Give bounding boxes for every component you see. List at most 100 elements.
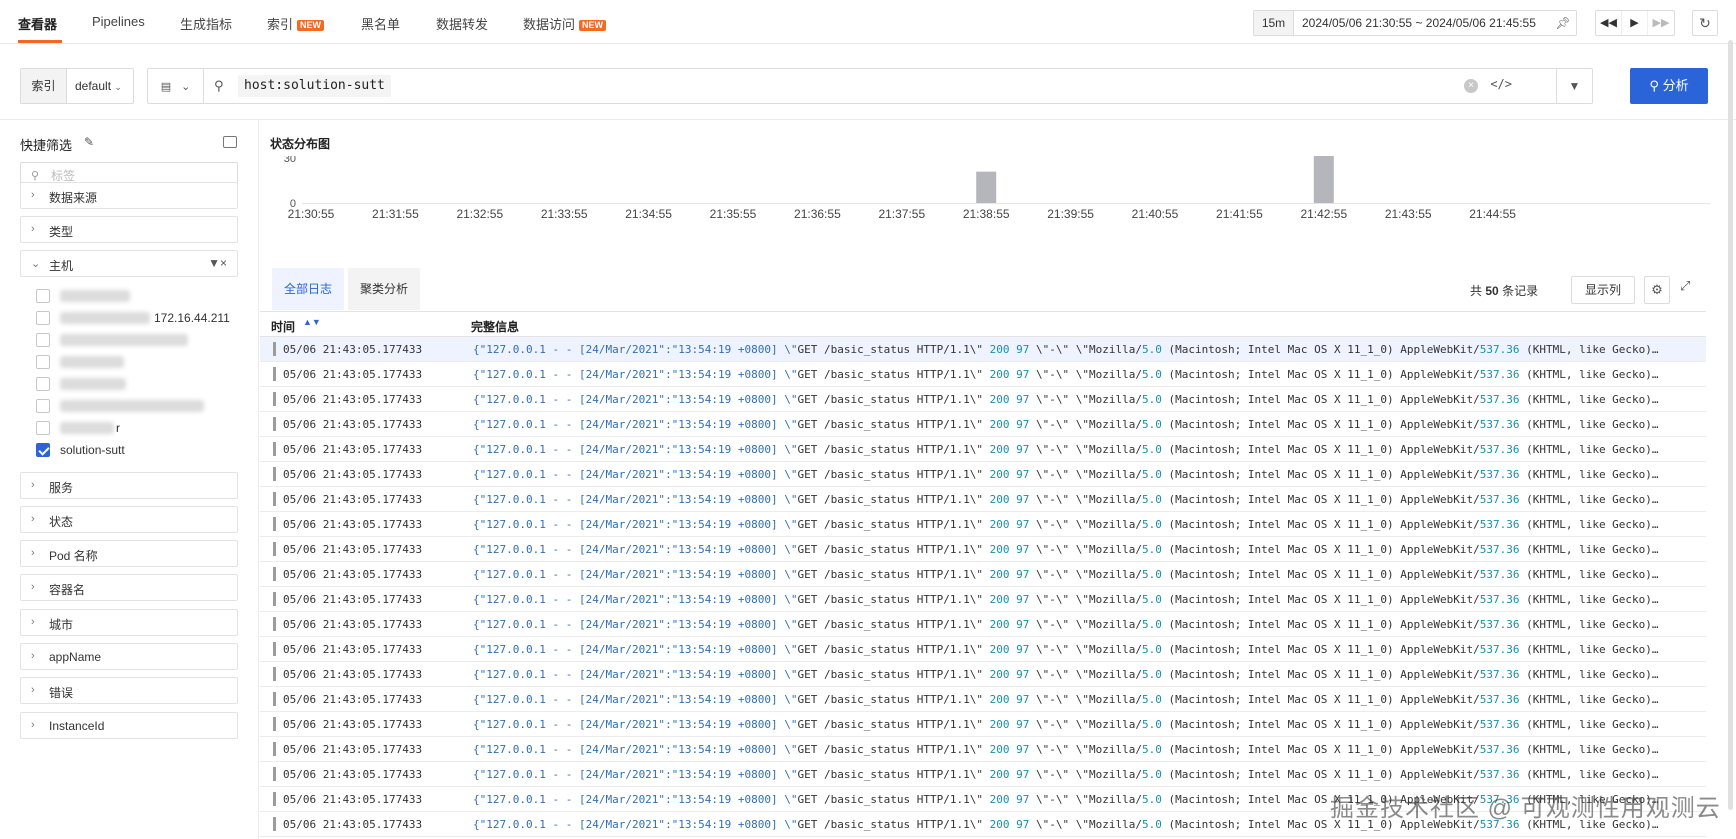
tab-all-logs[interactable]: 全部日志 xyxy=(272,268,345,310)
row-message: {"127.0.0.1 - - [24/Mar/2021":"13:54:19 … xyxy=(473,343,1659,356)
redacted-host xyxy=(60,312,150,324)
chevron-right-icon: › xyxy=(31,581,35,593)
facet-label: Pod 名称 xyxy=(49,549,98,563)
row-message: {"127.0.0.1 - - [24/Mar/2021":"13:54:19 … xyxy=(473,768,1659,781)
chevron-right-icon: › xyxy=(31,189,35,201)
facet-service[interactable]: › 服务 xyxy=(20,472,238,499)
collapse-sidebar-icon[interactable] xyxy=(223,136,237,148)
facet-status[interactable]: › 状态 xyxy=(20,506,238,533)
refresh-icon[interactable]: ↻ xyxy=(1692,10,1718,36)
table-row[interactable]: 05/06 21:43:05.177433 {"127.0.0.1 - - [24… xyxy=(260,537,1706,562)
fullscreen-icon[interactable]: ⤢ xyxy=(1680,278,1690,294)
tab-generate-metrics[interactable]: 生成指标 xyxy=(180,14,232,33)
checkbox-checked[interactable] xyxy=(36,443,50,457)
rewind-icon[interactable]: ◀◀ xyxy=(1596,11,1622,35)
checkbox[interactable] xyxy=(36,333,50,347)
tab-index[interactable]: 索引 NEW xyxy=(267,14,325,33)
tab-cluster-analysis[interactable]: 聚类分析 xyxy=(348,268,421,310)
table-row[interactable]: 05/06 21:43:05.177433 {"127.0.0.1 - - [24… xyxy=(260,387,1706,412)
facet-instanceid[interactable]: › InstanceId xyxy=(20,712,238,739)
host-option-label: solution-sutt xyxy=(60,443,125,457)
table-row[interactable]: 05/06 21:43:05.177433 {"127.0.0.1 - - [24… xyxy=(260,512,1706,537)
tab-blacklist[interactable]: 黑名单 xyxy=(361,14,400,33)
table-row[interactable]: 05/06 21:43:05.177433 {"127.0.0.1 - - [24… xyxy=(260,462,1706,487)
time-range-picker[interactable]: 15m 2024/05/06 21:30:55 ~ 2024/05/06 21:… xyxy=(1253,10,1577,36)
analyze-button[interactable]: ⚲ 分析 xyxy=(1630,68,1708,104)
page-scrollbar[interactable] xyxy=(1728,40,1733,810)
facet-appname[interactable]: › appName xyxy=(20,643,238,670)
table-row[interactable]: 05/06 21:43:05.177433 {"127.0.0.1 - - [24… xyxy=(260,362,1706,387)
tab-pipelines[interactable]: Pipelines xyxy=(92,14,145,29)
query-input[interactable]: ▤ ⌄ ⚲ host:solution-sutt × </> ▼ xyxy=(147,68,1593,104)
table-row[interactable]: 05/06 21:43:05.177433 {"127.0.0.1 - - [24… xyxy=(260,587,1706,612)
table-row[interactable]: 05/06 21:43:05.177433 {"127.0.0.1 - - [24… xyxy=(260,562,1706,587)
checkbox[interactable] xyxy=(36,311,50,325)
row-message: {"127.0.0.1 - - [24/Mar/2021":"13:54:19 … xyxy=(473,443,1659,456)
checkbox[interactable] xyxy=(36,399,50,413)
row-time: 05/06 21:43:05.177433 xyxy=(283,668,423,681)
query-chip[interactable]: host:solution-sutt xyxy=(238,75,391,97)
time-range-text[interactable]: 2024/05/06 21:30:55 ~ 2024/05/06 21:45:5… xyxy=(1294,16,1550,30)
status-bar-icon xyxy=(273,592,276,606)
row-time: 05/06 21:43:05.177433 xyxy=(283,718,423,731)
index-selector[interactable]: 索引 default ⌄ xyxy=(20,68,134,104)
checkbox[interactable] xyxy=(36,377,50,391)
tab-data-access[interactable]: 数据访问 NEW xyxy=(523,14,607,33)
checkbox[interactable] xyxy=(36,289,50,303)
y-tick-label: 30 xyxy=(284,156,296,165)
tab-data-forwarding[interactable]: 数据转发 xyxy=(436,14,488,33)
clear-filter-icon[interactable]: ▼× xyxy=(208,256,227,270)
tab-index-label: 索引 xyxy=(267,17,294,32)
host-option-label: 172.16.44.211 xyxy=(154,311,230,325)
row-time: 05/06 21:43:05.177433 xyxy=(283,818,423,831)
tab-viewer[interactable]: 查看器 xyxy=(18,14,57,33)
table-row[interactable]: 05/06 21:43:05.177433 {"127.0.0.1 - - [24… xyxy=(260,637,1706,662)
table-row[interactable]: 05/06 21:43:05.177433 {"127.0.0.1 - - [24… xyxy=(260,712,1706,737)
sort-icon[interactable]: ▲▼ xyxy=(303,317,321,327)
row-message: {"127.0.0.1 - - [24/Mar/2021":"13:54:19 … xyxy=(473,518,1659,531)
facet-host[interactable]: ⌄ 主机 ▼× xyxy=(20,250,238,277)
gear-icon[interactable]: ⚙ xyxy=(1644,276,1670,304)
top-nav: 查看器 Pipelines 生成指标 索引 NEW 黑名单 数据转发 数据访问 NE… xyxy=(0,0,1736,44)
status-bar-icon xyxy=(273,667,276,681)
facet-error[interactable]: › 错误 xyxy=(20,677,238,704)
time-duration[interactable]: 15m xyxy=(1254,11,1294,35)
status-bar-icon xyxy=(273,417,276,431)
chart-bar[interactable] xyxy=(1313,156,1334,203)
table-row[interactable]: 05/06 21:43:05.177433 {"127.0.0.1 - - [24… xyxy=(260,437,1706,462)
row-time: 05/06 21:43:05.177433 xyxy=(283,643,423,656)
facet-container-name[interactable]: › 容器名 xyxy=(20,574,238,601)
table-row[interactable]: 05/06 21:43:05.177433 {"127.0.0.1 - - [24… xyxy=(260,412,1706,437)
code-icon[interactable]: </> xyxy=(1490,77,1512,91)
facet-city[interactable]: › 城市 xyxy=(20,609,238,636)
row-time: 05/06 21:43:05.177433 xyxy=(283,618,423,631)
col-time[interactable]: 时间 xyxy=(271,318,295,335)
chevron-right-icon: › xyxy=(31,223,35,235)
index-select[interactable]: default ⌄ xyxy=(67,79,133,93)
table-row[interactable]: 05/06 21:43:05.177433 {"127.0.0.1 - - [24… xyxy=(260,487,1706,512)
table-row[interactable]: 05/06 21:43:05.177433 {"127.0.0.1 - - [24… xyxy=(260,337,1706,362)
table-row[interactable]: 05/06 21:43:05.177433 {"127.0.0.1 - - [24… xyxy=(260,662,1706,687)
columns-button[interactable]: 显示列 xyxy=(1571,276,1635,304)
row-message: {"127.0.0.1 - - [24/Mar/2021":"13:54:19 … xyxy=(473,668,1659,681)
table-row[interactable]: 05/06 21:43:05.177433 {"127.0.0.1 - - [24… xyxy=(260,687,1706,712)
status-bar-icon xyxy=(273,392,276,406)
table-row[interactable]: 05/06 21:43:05.177433 {"127.0.0.1 - - [24… xyxy=(260,762,1706,787)
edit-icon[interactable]: ✎ xyxy=(84,135,94,149)
play-icon[interactable]: ▶ xyxy=(1622,11,1648,35)
facet-data-source[interactable]: › 数据来源 xyxy=(20,182,238,209)
pin-icon[interactable]: 📌︎ xyxy=(1550,16,1576,30)
chart-bar[interactable] xyxy=(976,171,997,203)
facet-pod-name[interactable]: › Pod 名称 xyxy=(20,540,238,567)
facet-type[interactable]: › 类型 xyxy=(20,216,238,243)
chevron-right-icon: › xyxy=(31,684,35,696)
checkbox[interactable] xyxy=(36,421,50,435)
checkbox[interactable] xyxy=(36,355,50,369)
table-row[interactable]: 05/06 21:43:05.177433 {"127.0.0.1 - - [24… xyxy=(260,737,1706,762)
filter-settings-icon[interactable]: ▼ xyxy=(1556,69,1592,103)
clear-icon[interactable]: × xyxy=(1464,79,1478,93)
query-type-dropdown[interactable]: ▤ ⌄ xyxy=(148,69,204,103)
quick-filter-sidebar: 快捷筛选 ✎ ⚲ › 数据来源 › 类型 ⌄ 主机 ▼× 172.16.44.2… xyxy=(0,120,259,839)
table-row[interactable]: 05/06 21:43:05.177433 {"127.0.0.1 - - [24… xyxy=(260,612,1706,637)
fast-forward-icon[interactable]: ▶▶ xyxy=(1648,11,1674,35)
